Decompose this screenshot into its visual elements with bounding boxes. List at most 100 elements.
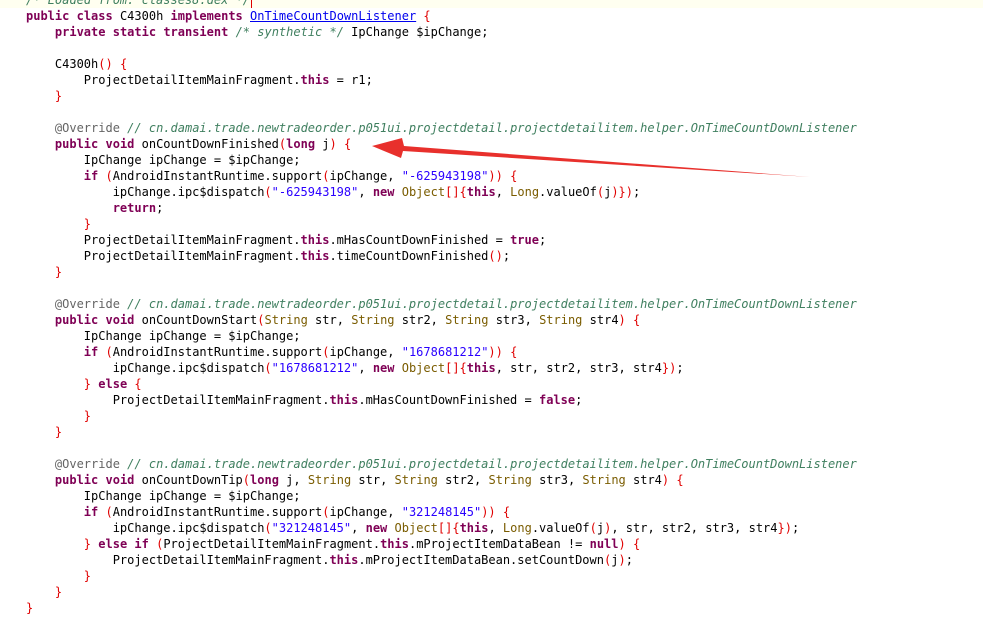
code-line[interactable] xyxy=(0,104,983,120)
code-token: ) xyxy=(329,137,337,151)
code-line[interactable]: if (AndroidInstantRuntime.support(ipChan… xyxy=(0,504,983,520)
code-token: Object xyxy=(401,185,446,199)
code-token: )}) xyxy=(611,185,633,199)
code-token: AndroidInstantRuntime.support xyxy=(112,169,323,183)
code-line[interactable]: public void onCountDownFinished(long j) … xyxy=(0,136,983,152)
code-token: "-625943198" xyxy=(401,169,489,183)
code-line[interactable]: ProjectDetailItemMainFragment.this.mHasC… xyxy=(0,392,983,408)
code-line[interactable]: ProjectDetailItemMainFragment.this.mHasC… xyxy=(0,232,983,248)
code-token: ; xyxy=(791,521,800,535)
code-token: , xyxy=(488,521,503,535)
code-token: } xyxy=(26,601,34,615)
code-token: C4300h xyxy=(112,9,171,23)
code-token: "1678681212" xyxy=(401,345,489,359)
code-line[interactable]: ProjectDetailItemMainFragment.this.mProj… xyxy=(0,552,983,568)
code-line[interactable]: private static transient /* synthetic */… xyxy=(0,24,983,40)
code-token: ) xyxy=(618,553,626,567)
code-line[interactable]: } xyxy=(0,264,983,280)
code-line[interactable]: } else { xyxy=(0,376,983,392)
code-line[interactable]: } xyxy=(0,568,983,584)
code-token: str2, xyxy=(394,313,446,327)
code-token: void xyxy=(105,137,135,151)
code-line[interactable]: public void onCountDownStart(String str,… xyxy=(0,312,983,328)
code-token: onCountDownTip xyxy=(134,473,243,487)
code-line[interactable]: IpChange ipChange = $ipChange; xyxy=(0,328,983,344)
code-token: IpChange ipChange = $ipChange; xyxy=(26,329,301,343)
code-link[interactable]: OnTimeCountDownListener xyxy=(250,9,416,23)
code-token: } xyxy=(83,569,92,583)
code-line[interactable]: ProjectDetailItemMainFragment.this = r1; xyxy=(0,72,983,88)
code-line[interactable]: } xyxy=(0,584,983,600)
code-token: Object xyxy=(401,361,446,375)
code-token: onCountDownStart xyxy=(134,313,258,327)
code-line[interactable]: C4300h() { xyxy=(0,56,983,72)
code-line[interactable]: if (AndroidInstantRuntime.support(ipChan… xyxy=(0,168,983,184)
code-token: new xyxy=(372,185,395,199)
code-token: ProjectDetailItemMainFragment. xyxy=(26,393,330,407)
code-token: "-625943198" xyxy=(271,185,359,199)
code-token: ( xyxy=(264,185,272,199)
code-line[interactable]: ipChange.ipc$dispatch("321248145", new O… xyxy=(0,520,983,536)
code-token: () xyxy=(488,249,503,263)
code-line[interactable]: public void onCountDownTip(long j, Strin… xyxy=(0,472,983,488)
code-token: ( xyxy=(264,521,272,535)
code-line[interactable]: ipChange.ipc$dispatch("-625943198", new … xyxy=(0,184,983,200)
code-token: str3, xyxy=(488,313,540,327)
code-token: /* synthetic */ xyxy=(235,25,344,39)
code-line[interactable]: } xyxy=(0,216,983,232)
code-token: new xyxy=(365,521,388,535)
code-token: str, xyxy=(351,473,395,487)
code-token: Object xyxy=(394,521,438,535)
code-token: ProjectDetailItemMainFragment. xyxy=(26,249,301,263)
code-token: this xyxy=(300,233,330,247)
code-token: ; xyxy=(625,553,633,567)
code-token: public xyxy=(54,313,99,327)
code-line[interactable] xyxy=(0,40,983,56)
code-line[interactable]: @Override // cn.damai.trade.newtradeorde… xyxy=(0,296,983,312)
code-line[interactable]: if (AndroidInstantRuntime.support(ipChan… xyxy=(0,344,983,360)
code-token: this xyxy=(459,521,489,535)
code-token: , str, str2, str3, str4 xyxy=(495,361,662,375)
code-line[interactable]: public class C4300h implements OnTimeCou… xyxy=(0,8,983,24)
code-line[interactable]: } else if (ProjectDetailItemMainFragment… xyxy=(0,536,983,552)
code-line[interactable]: ProjectDetailItemMainFragment.this.timeC… xyxy=(0,248,983,264)
code-token: return xyxy=(112,201,157,215)
code-token: = r1; xyxy=(329,73,373,87)
code-token: String xyxy=(582,473,626,487)
code-line[interactable]: } xyxy=(0,408,983,424)
code-token: String xyxy=(351,313,395,327)
code-line[interactable]: } xyxy=(0,424,983,440)
code-token: public xyxy=(54,137,99,151)
code-token: j xyxy=(596,521,605,535)
code-line[interactable]: IpChange ipChange = $ipChange; xyxy=(0,488,983,504)
code-line[interactable]: } xyxy=(0,600,983,616)
code-token: ( xyxy=(264,361,272,375)
code-line[interactable]: IpChange ipChange = $ipChange; xyxy=(0,152,983,168)
code-token: str3, xyxy=(531,473,583,487)
code-line[interactable]: ipChange.ipc$dispatch("1678681212", new … xyxy=(0,360,983,376)
code-line[interactable] xyxy=(0,440,983,456)
code-line[interactable]: /* Loaded from: classes8.dex */ xyxy=(0,0,983,8)
code-token: ipChange.ipc$dispatch xyxy=(26,361,265,375)
code-token: true xyxy=(510,233,539,247)
code-line[interactable]: } xyxy=(0,88,983,104)
code-line[interactable]: @Override // cn.damai.trade.newtradeorde… xyxy=(0,120,983,136)
code-token: .valueOf xyxy=(539,185,597,199)
code-token: String xyxy=(488,473,532,487)
code-line[interactable]: @Override // cn.damai.trade.newtradeorde… xyxy=(0,456,983,472)
code-token: this xyxy=(300,73,330,87)
code-token: // cn.damai.trade.newtradeorder.p051ui.p… xyxy=(127,457,857,471)
code-line[interactable] xyxy=(0,280,983,296)
code-line[interactable]: return; xyxy=(0,200,983,216)
code-token: C4300h xyxy=(26,57,99,71)
code-editor[interactable]: /* Loaded from: classes8.dex */public cl… xyxy=(0,0,983,616)
